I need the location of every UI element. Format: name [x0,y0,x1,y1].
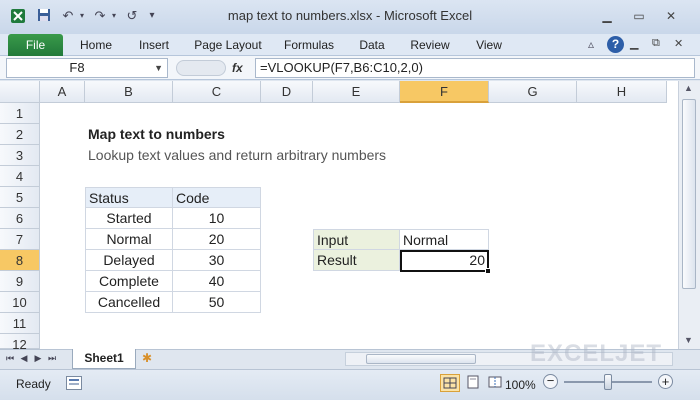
formula-bar: F8 ▼ fx =VLOOKUP(F7,B6:C10,2,0) [0,56,700,80]
column-header-e[interactable]: E [313,81,400,103]
page-break-view-icon[interactable] [486,374,506,392]
row-header-3[interactable]: 3 [0,145,40,166]
tab-sheet1[interactable]: Sheet1 [72,349,136,369]
row-header-6[interactable]: 6 [0,208,40,229]
tab-insert[interactable]: Insert [132,34,176,56]
column-header-a[interactable]: A [40,81,85,103]
row-header-4[interactable]: 4 [0,166,40,187]
status-bar: Ready 100% − + [0,369,700,400]
tab-formulas[interactable]: Formulas [280,34,338,56]
table-cell-code[interactable]: 50 [173,292,261,313]
name-box[interactable]: F8 ▼ [6,58,168,78]
maximize-icon[interactable]: ▭ [628,8,650,24]
table-cell-code[interactable]: 40 [173,271,261,292]
macro-record-icon[interactable] [66,376,82,390]
row-header-7[interactable]: 7 [0,229,40,250]
ribbon-tabs: Home Insert Page Layout Formulas Data Re… [0,34,700,56]
column-header-b[interactable]: B [85,81,173,103]
column-header-f[interactable]: F [400,81,489,103]
column-header-c[interactable]: C [173,81,261,103]
row-header-8[interactable]: 8 [0,250,40,271]
select-all-button[interactable] [0,81,40,103]
active-cell-border [400,250,489,272]
row-header-2[interactable]: 2 [0,124,40,145]
minimize-icon[interactable]: ▁ [596,8,618,24]
workbook-minimize-icon[interactable]: ▁ [630,37,638,50]
ribbon-collapse-icon[interactable]: ▵ [588,37,594,51]
sheet-title[interactable]: Map text to numbers [85,124,385,145]
insert-sheet-icon[interactable]: ✱ [142,351,158,365]
status-ready: Ready [16,377,51,391]
column-header-d[interactable]: D [261,81,313,103]
zoom-out-icon[interactable]: − [543,374,558,389]
input-label-cell[interactable]: Input [313,229,400,250]
page-layout-view-icon[interactable] [464,374,484,392]
zoom-in-icon[interactable]: + [658,374,673,389]
formula-bar-splitter[interactable] [176,60,226,76]
close-icon[interactable]: ✕ [660,8,682,24]
table-header-status[interactable]: Status [85,187,173,208]
row-header-5[interactable]: 5 [0,187,40,208]
table-cell-status[interactable]: Delayed [85,250,173,271]
table-cell-code[interactable]: 20 [173,229,261,250]
table-cell-code[interactable]: 30 [173,250,261,271]
tab-home[interactable]: Home [74,34,118,56]
tab-data[interactable]: Data [352,34,392,56]
tab-file[interactable]: File [8,34,63,56]
vertical-scroll-thumb[interactable] [682,99,696,289]
table-cell-code[interactable]: 10 [173,208,261,229]
normal-view-icon[interactable] [440,374,460,392]
row-header-12[interactable]: 12 [0,334,40,352]
title-bar: ↶ ▾ ↷ ▾ ↺ ▾ map text to numbers.xlsx - M… [0,0,700,34]
help-icon[interactable]: ? [607,36,624,53]
column-header-g[interactable]: G [489,81,577,103]
formula-input[interactable]: =VLOOKUP(F7,B6:C10,2,0) [255,58,695,78]
tab-review[interactable]: Review [404,34,456,56]
input-value-cell[interactable]: Normal [400,229,489,250]
name-box-value: F8 [69,60,85,75]
horizontal-scroll-thumb[interactable] [366,354,476,364]
scroll-down-icon[interactable]: ▼ [684,335,693,345]
tab-page-layout[interactable]: Page Layout [190,34,266,56]
prev-sheet-icon[interactable]: ◀ [18,351,30,365]
insert-function-icon[interactable]: fx [232,59,248,77]
fill-handle[interactable] [485,268,491,274]
scroll-up-icon[interactable]: ▲ [684,83,693,93]
column-header-h[interactable]: H [577,81,667,103]
window-title: map text to numbers.xlsx - Microsoft Exc… [227,8,473,23]
chevron-down-icon[interactable]: ▼ [154,59,163,77]
workbook-close-icon[interactable]: ✕ [674,37,683,50]
result-label-cell[interactable]: Result [313,250,400,271]
tab-view[interactable]: View [468,34,510,56]
table-cell-status[interactable]: Complete [85,271,173,292]
table-cell-status[interactable]: Cancelled [85,292,173,313]
zoom-slider-thumb[interactable] [604,374,612,390]
workbook-restore-icon[interactable]: ⧉ [652,37,660,50]
table-header-code[interactable]: Code [173,187,261,208]
vertical-scrollbar[interactable]: ▲ ▼ [678,81,700,349]
row-header-9[interactable]: 9 [0,271,40,292]
row-header-11[interactable]: 11 [0,313,40,334]
zoom-level[interactable]: 100% [505,378,536,392]
table-cell-status[interactable]: Started [85,208,173,229]
first-sheet-icon[interactable]: ⏮ [4,351,16,365]
exceljet-watermark: EXCELJET [530,340,663,367]
sheet-subtitle[interactable]: Lookup text values and return arbitrary … [85,145,445,166]
row-header-1[interactable]: 1 [0,103,40,124]
last-sheet-icon[interactable]: ⏭ [46,351,58,365]
table-cell-status[interactable]: Normal [85,229,173,250]
row-header-10[interactable]: 10 [0,292,40,313]
next-sheet-icon[interactable]: ▶ [32,351,44,365]
